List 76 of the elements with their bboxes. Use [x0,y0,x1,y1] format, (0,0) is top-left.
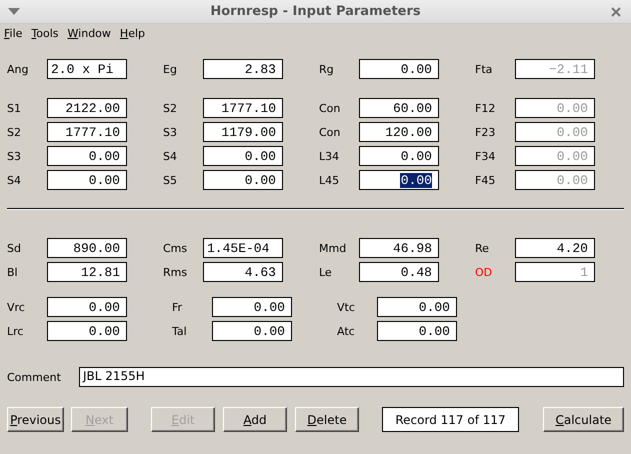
field-label: Con [319,126,342,138]
input-field[interactable]: 0.00 [377,321,457,341]
field-label: Tal [172,324,188,338]
input-field[interactable]: 0.00 [47,170,127,190]
input-field[interactable]: 0.48 [359,262,439,282]
record-counter: Record 117 of 117 [382,407,519,432]
field-label: Mmd [319,242,348,254]
input-field[interactable]: 0.00 [47,146,127,166]
menu-item[interactable]: Window [68,27,111,39]
field-label: Cms [163,242,188,254]
field-label: F23 [475,126,496,138]
field-label: OD [475,266,494,278]
field-label: Eg [163,62,178,76]
field-label: S4 [163,150,178,162]
close-icon[interactable] [611,6,621,16]
input-field[interactable]: 2.83 [203,59,283,79]
field-label: S5 [163,174,178,186]
input-field[interactable]: 60.00 [359,98,439,118]
field-label: Atc [337,324,356,338]
input-field[interactable]: 46.98 [359,238,439,258]
menu-item[interactable]: Tools [31,27,59,39]
input-field[interactable]: 1179.00 [203,122,283,142]
input-field[interactable]: 1777.10 [203,98,283,118]
field-label: F34 [475,150,496,162]
input-field[interactable]: 0.00 [203,146,283,166]
push-button[interactable]: Delete [295,407,359,432]
push-button[interactable]: Calculate [543,407,624,432]
field-label: S1 [7,102,22,114]
field-label: S2 [7,126,22,138]
field-label: Le [319,266,333,278]
field-label: S2 [163,102,178,114]
field-label: Vtc [337,300,356,314]
comment-label: Comment [7,370,62,384]
field-label: Fta [475,62,494,76]
field-label: Sd [7,242,22,254]
field-label: Rg [319,62,335,76]
input-field[interactable]: 0.00 [47,321,127,341]
input-field[interactable]: 120.00 [359,122,439,142]
input-field[interactable]: 0.00 [212,321,292,341]
field-label: F12 [475,102,496,114]
input-field[interactable]: 2122.00 [47,98,127,118]
input-field[interactable]: 1.45E-04 [203,238,283,258]
field-label: L34 [319,150,340,162]
field-label: Fr [172,300,184,314]
field-label: Lrc [7,324,24,338]
field-label: F45 [475,174,496,186]
push-button[interactable]: Add [223,407,287,432]
comment-field[interactable]: JBL 2155H [79,367,624,387]
field-label: S3 [7,150,22,162]
input-field[interactable]: 890.00 [47,238,127,258]
field-label: Re [475,242,490,254]
window-title: Hornresp - Input Parameters [210,4,421,19]
input-field[interactable]: 0.00 [377,297,457,317]
input-field[interactable]: 0.00 [212,297,292,317]
input-field[interactable]: 0.00 [359,59,439,79]
field-label: Bl [7,266,19,278]
field-label: Vrc [7,300,26,314]
input-field[interactable]: 12.81 [47,262,127,282]
input-field[interactable]: 1777.10 [47,122,127,142]
field-label: S3 [163,126,178,138]
field-label: Ang [7,62,30,76]
input-field[interactable]: 0.00 [359,146,439,166]
field-label: Con [319,102,342,114]
dropdown-icon[interactable] [8,8,20,16]
field-label: S4 [7,174,22,186]
field-label: Rms [163,266,188,278]
field-label: L45 [319,174,340,186]
input-field[interactable]: 0.00 [47,297,127,317]
input-field[interactable]: 2.0 x Pi [47,59,127,79]
input-field[interactable]: 0.00 [359,170,439,190]
input-field[interactable]: 4.63 [203,262,283,282]
menu-item[interactable]: File [4,27,22,39]
input-field[interactable]: 0.00 [203,170,283,190]
input-field[interactable]: 4.20 [515,238,595,258]
menu-item[interactable]: Help [120,27,146,39]
push-button[interactable]: Previous [7,407,64,432]
